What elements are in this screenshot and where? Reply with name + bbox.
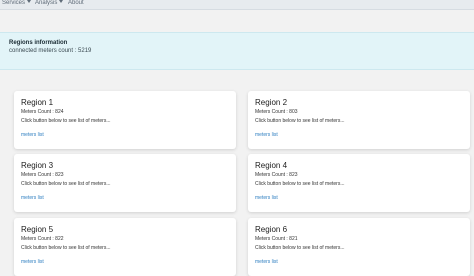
nav-analysis-label: Analysis bbox=[35, 0, 58, 6]
meters-list-link[interactable]: meters list bbox=[255, 259, 278, 265]
info-title: Regions information bbox=[9, 40, 68, 46]
region-card-5: Region 5 Meters Count : 822 Click button… bbox=[14, 218, 236, 276]
meters-count: Meters Count : 823 bbox=[21, 172, 64, 178]
meters-count: Meters Count : 824 bbox=[21, 109, 64, 115]
region-title: Region 3 bbox=[21, 161, 54, 170]
nav-analysis-menu[interactable]: Analysis bbox=[35, 0, 64, 7]
nav-about-link[interactable]: About bbox=[68, 0, 84, 7]
region-card-1: Region 1 Meters Count : 824 Click button… bbox=[14, 91, 236, 149]
meters-count: Meters Count : 803 bbox=[255, 109, 298, 115]
meters-list-link[interactable]: meters list bbox=[21, 132, 44, 138]
region-title: Region 1 bbox=[21, 98, 54, 107]
meters-list-link[interactable]: meters list bbox=[255, 195, 278, 201]
meters-list-link[interactable]: meters list bbox=[21, 195, 44, 201]
meters-count: Meters Count : 821 bbox=[255, 236, 298, 242]
chevron-down-icon bbox=[59, 0, 64, 3]
meters-count: Meters Count : 822 bbox=[21, 236, 64, 242]
chevron-down-icon bbox=[27, 0, 32, 3]
region-title: Region 4 bbox=[255, 161, 288, 170]
meters-count: Meters Count : 823 bbox=[255, 172, 298, 178]
region-description: Click button below to see list of meters… bbox=[255, 181, 345, 187]
region-title: Region 6 bbox=[255, 225, 288, 234]
top-navbar: Services Analysis About bbox=[0, 0, 474, 10]
region-description: Click button below to see list of meters… bbox=[21, 118, 111, 124]
region-card-3: Region 3 Meters Count : 823 Click button… bbox=[14, 154, 236, 212]
region-title: Region 2 bbox=[255, 98, 288, 107]
meters-list-link[interactable]: meters list bbox=[21, 259, 44, 265]
region-title: Region 5 bbox=[21, 225, 54, 234]
region-description: Click button below to see list of meters… bbox=[255, 245, 345, 251]
region-card-2: Region 2 Meters Count : 803 Click button… bbox=[248, 91, 470, 149]
nav-services-menu[interactable]: Services bbox=[2, 0, 32, 7]
region-card-6: Region 6 Meters Count : 821 Click button… bbox=[248, 218, 470, 276]
connected-meters-count: connected meters count : 5219 bbox=[9, 48, 92, 54]
regions-info-banner: Regions information connected meters cou… bbox=[0, 32, 474, 70]
region-description: Click button below to see list of meters… bbox=[255, 118, 345, 124]
region-description: Click button below to see list of meters… bbox=[21, 245, 111, 251]
region-description: Click button below to see list of meters… bbox=[21, 181, 111, 187]
meters-list-link[interactable]: meters list bbox=[255, 132, 278, 138]
nav-services-label: Services bbox=[2, 0, 26, 6]
region-card-4: Region 4 Meters Count : 823 Click button… bbox=[248, 154, 470, 212]
